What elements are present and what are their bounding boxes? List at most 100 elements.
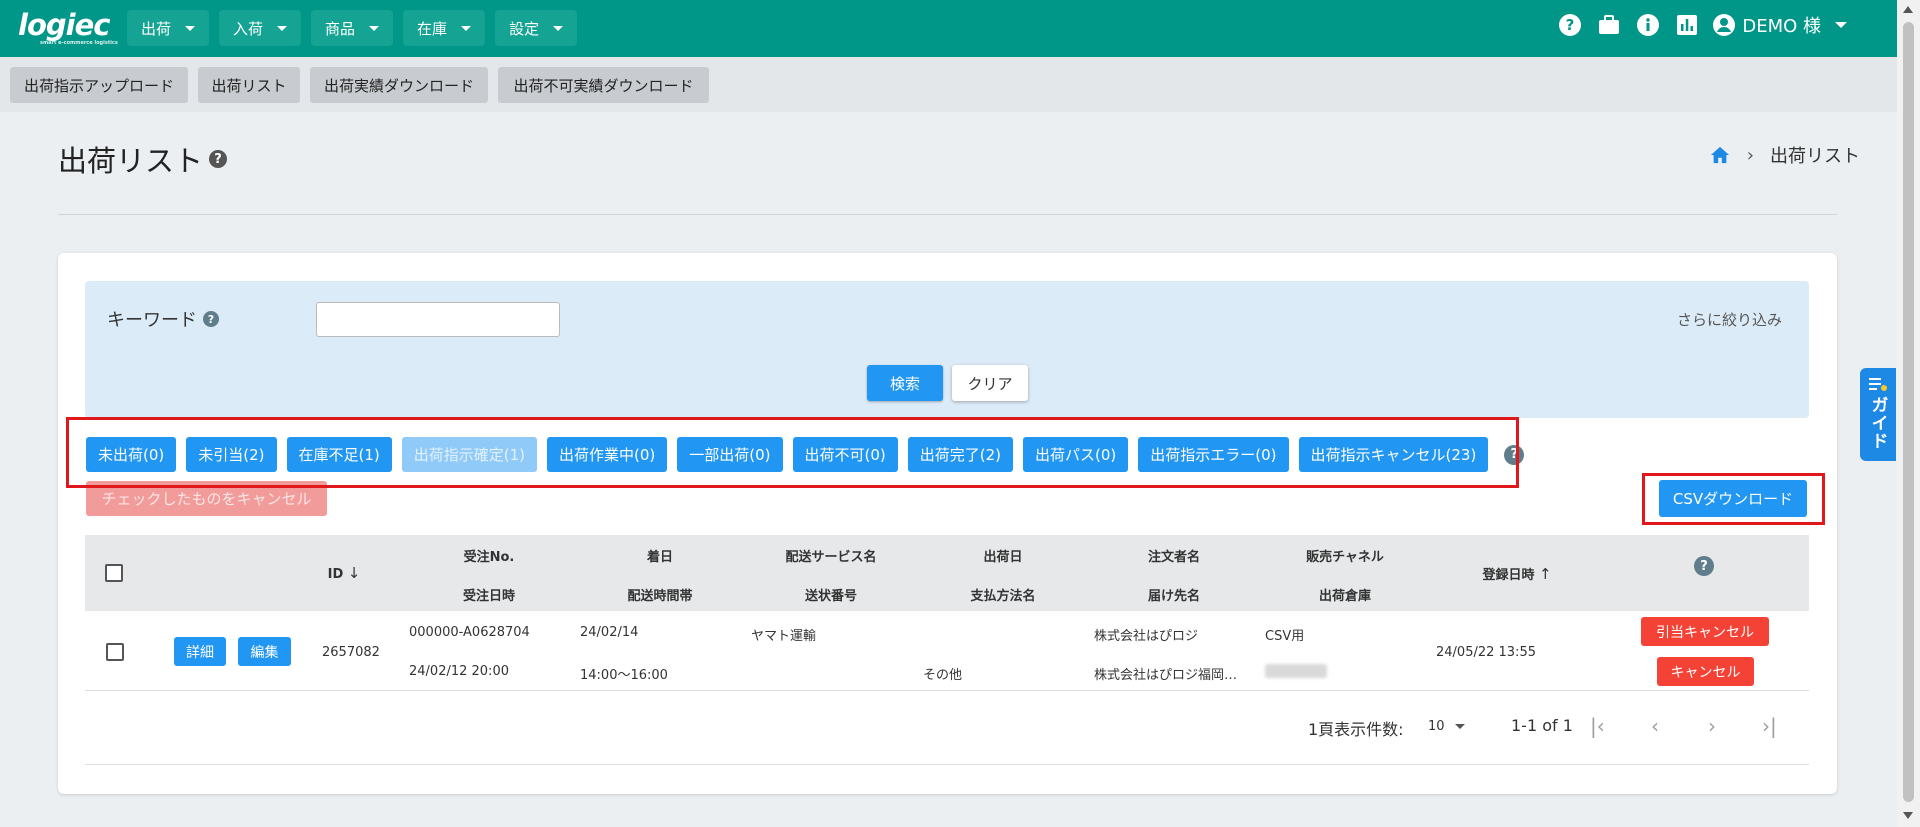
help-icon[interactable]: ? bbox=[1557, 12, 1583, 38]
per-page-select[interactable]: 10 bbox=[1428, 719, 1465, 734]
breadcrumb: › 出荷リスト bbox=[1709, 142, 1860, 168]
account-icon bbox=[1713, 14, 1736, 36]
chart-icon[interactable] bbox=[1674, 12, 1700, 38]
header-actions: ? DEMO 様 bbox=[1544, 12, 1847, 38]
col-payment: 支払方法名 bbox=[970, 589, 1036, 604]
row-service: ヤマト運輸 bbox=[751, 629, 817, 644]
csv-download-highlight bbox=[1642, 473, 1825, 525]
chevron-down-icon bbox=[185, 25, 196, 31]
per-page-label: 1頁表示件数: bbox=[1308, 720, 1404, 739]
col-order-date: 受注日時 bbox=[462, 589, 516, 604]
user-name: DEMO 様 bbox=[1742, 16, 1821, 37]
allocation-cancel-button[interactable]: 引当キャンセル bbox=[1641, 617, 1769, 646]
first-page-icon[interactable]: |‹ bbox=[1590, 714, 1605, 738]
app-logo[interactable]: logiec smart e-commerce logistics bbox=[18, 8, 118, 46]
col-registered-label: 登録日時 bbox=[1482, 568, 1535, 583]
clear-button[interactable]: クリア bbox=[952, 365, 1028, 401]
row-divider bbox=[85, 690, 1809, 691]
col-registered[interactable]: 登録日時 ↑ bbox=[1482, 564, 1551, 583]
chevron-down-icon bbox=[277, 25, 288, 31]
upload-shipping-instructions-button[interactable]: 出荷指示アップロード bbox=[10, 67, 188, 103]
page-title: 出荷リスト ? bbox=[58, 138, 228, 180]
refine-search-link[interactable]: さらに絞り込み bbox=[1677, 309, 1782, 330]
divider bbox=[58, 214, 1837, 215]
nav-settings-label: 設定 bbox=[509, 19, 540, 38]
col-tracking: 送状番号 bbox=[804, 589, 858, 604]
status-filters-highlight bbox=[66, 417, 1519, 488]
main-nav: 出荷 入荷 商品 在庫 設定 bbox=[127, 10, 587, 46]
breadcrumb-current: 出荷リスト bbox=[1770, 146, 1860, 167]
row-delivery-time: 14:00〜16:00 bbox=[580, 668, 668, 683]
row-channel: CSV用 bbox=[1265, 629, 1305, 644]
keyword-input[interactable] bbox=[316, 302, 560, 337]
col-warehouse: 出荷倉庫 bbox=[1318, 589, 1372, 604]
top-app-bar: logiec smart e-commerce logistics 出荷 入荷 商… bbox=[0, 0, 1897, 57]
unshippable-results-download-button[interactable]: 出荷不可実績ダウンロード bbox=[498, 67, 709, 103]
row-order-no: 000000-A0628704 bbox=[409, 625, 530, 640]
scroll-down-icon[interactable] bbox=[1903, 812, 1913, 819]
detail-button[interactable]: 詳細 bbox=[174, 637, 226, 666]
col-id[interactable]: ID ↓ bbox=[328, 564, 361, 582]
select-all-checkbox[interactable] bbox=[105, 564, 123, 582]
chevron-down-icon bbox=[553, 25, 564, 31]
row-payment: その他 bbox=[923, 668, 963, 683]
search-button[interactable]: 検索 bbox=[867, 365, 943, 401]
cancel-button[interactable]: キャンセル bbox=[1657, 657, 1754, 686]
guide-tab-label: ガイド bbox=[1867, 396, 1888, 450]
search-panel: キーワード ? さらに絞り込み 検索 クリア bbox=[85, 281, 1809, 418]
col-channel: 販売チャネル bbox=[1306, 550, 1384, 565]
home-icon[interactable] bbox=[1709, 145, 1731, 165]
scroll-up-icon[interactable] bbox=[1903, 6, 1913, 13]
nav-shipping[interactable]: 出荷 bbox=[127, 10, 210, 46]
logo-text: logiec bbox=[18, 8, 110, 42]
nav-receiving[interactable]: 入荷 bbox=[219, 10, 302, 46]
col-ship-date: 出荷日 bbox=[983, 550, 1023, 565]
help-icon[interactable]: ? bbox=[203, 311, 219, 327]
chevron-down-icon bbox=[461, 25, 472, 31]
nav-inventory-label: 在庫 bbox=[417, 19, 448, 38]
col-service: 配送サービス名 bbox=[785, 550, 877, 565]
scroll-thumb[interactable] bbox=[1903, 22, 1914, 802]
nav-products[interactable]: 商品 bbox=[311, 10, 394, 46]
shipping-results-download-button[interactable]: 出荷実績ダウンロード bbox=[310, 67, 488, 103]
briefcase-icon[interactable] bbox=[1596, 12, 1622, 38]
col-id-label: ID bbox=[327, 567, 344, 582]
chevron-down-icon bbox=[1454, 724, 1465, 729]
row-checkbox[interactable] bbox=[106, 643, 124, 661]
card-bottom-divider bbox=[85, 764, 1809, 765]
page-scrollbar[interactable] bbox=[1897, 0, 1920, 827]
nav-settings[interactable]: 設定 bbox=[495, 10, 578, 46]
logo-tagline: smart e-commerce logistics bbox=[40, 40, 118, 46]
col-delivery-time: 配送時間帯 bbox=[627, 589, 693, 604]
nav-products-label: 商品 bbox=[325, 19, 356, 38]
prev-page-icon[interactable]: ‹ bbox=[1651, 714, 1659, 738]
row-id: 2657082 bbox=[322, 645, 380, 660]
shipping-list-button[interactable]: 出荷リスト bbox=[198, 67, 300, 103]
keyword-label: キーワード ? bbox=[107, 306, 219, 332]
help-icon[interactable]: ? bbox=[1694, 556, 1714, 576]
guide-tab[interactable]: ガイド bbox=[1860, 368, 1896, 461]
row-order-date: 24/02/12 20:00 bbox=[409, 664, 509, 679]
arrow-up-icon: ↑ bbox=[1538, 565, 1552, 583]
col-order-no: 受注No. bbox=[463, 550, 515, 565]
chevron-right-icon: › bbox=[1746, 144, 1754, 166]
row-registered: 24/05/22 13:55 bbox=[1436, 645, 1536, 660]
page-title-text: 出荷リスト bbox=[58, 144, 204, 178]
chevron-down-icon bbox=[1835, 22, 1847, 28]
help-icon[interactable]: ? bbox=[209, 150, 228, 168]
guide-list-icon bbox=[1869, 378, 1887, 391]
info-icon[interactable] bbox=[1635, 12, 1661, 38]
row-warehouse-redacted bbox=[1265, 664, 1327, 678]
next-page-icon[interactable]: › bbox=[1708, 714, 1716, 738]
nav-receiving-label: 入荷 bbox=[233, 19, 264, 38]
last-page-icon[interactable]: ›| bbox=[1762, 714, 1777, 738]
edit-button[interactable]: 編集 bbox=[238, 637, 291, 666]
user-menu[interactable]: DEMO 様 bbox=[1712, 12, 1847, 38]
svg-text:?: ? bbox=[1566, 16, 1575, 34]
chevron-down-icon bbox=[369, 25, 380, 31]
nav-inventory[interactable]: 在庫 bbox=[403, 10, 486, 46]
keyword-label-text: キーワード bbox=[107, 310, 197, 331]
col-recipient: 届け先名 bbox=[1147, 589, 1201, 604]
row-recipient: 株式会社はぴロジ福岡… bbox=[1094, 668, 1238, 683]
nav-shipping-label: 出荷 bbox=[141, 19, 172, 38]
